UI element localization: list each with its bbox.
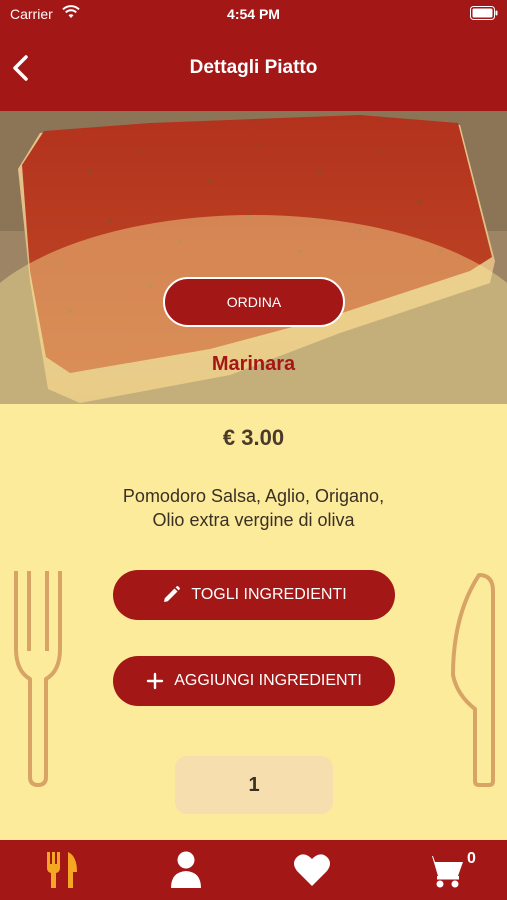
order-button[interactable]: ORDINA: [163, 277, 345, 327]
heart-icon[interactable]: [292, 850, 332, 890]
cart-icon[interactable]: [424, 850, 466, 890]
remove-ingredients-button[interactable]: TOGLI INGREDIENTI: [113, 570, 395, 620]
dish-name: Marinara: [211, 353, 296, 375]
dish-hero: ORDINA Marinara: [0, 111, 507, 404]
pencil-icon: [164, 586, 181, 602]
page-title: Dettagli Piatto: [189, 57, 318, 78]
clock: 4:54 PM: [227, 6, 280, 22]
status-bar: Carrier 4:54 PM: [0, 0, 507, 30]
tab-bar: 0: [0, 840, 507, 900]
plus-icon: [147, 672, 164, 690]
remove-ingredients-label: TOGLI INGREDIENTI: [191, 586, 347, 603]
dish-price: € 3.00: [222, 425, 285, 450]
add-ingredients-label: AGGIUNGI INGREDIENTI: [174, 672, 362, 689]
ingredients-text: Pomodoro Salsa, Aglio, Origano, Olio ext…: [122, 486, 385, 530]
add-ingredients-button[interactable]: AGGIUNGI INGREDIENTI: [113, 656, 395, 706]
user-icon[interactable]: [168, 850, 204, 890]
cart-count-badge: 0: [467, 850, 476, 867]
knife-icon: [451, 573, 495, 787]
battery-icon: [470, 6, 498, 20]
fork-knife-icon[interactable]: [44, 850, 80, 890]
quantity-field[interactable]: 1: [175, 756, 333, 814]
header-bar: Carrier 4:54 PM Dettagli Piatto: [0, 0, 507, 111]
fork-icon: [14, 571, 62, 787]
